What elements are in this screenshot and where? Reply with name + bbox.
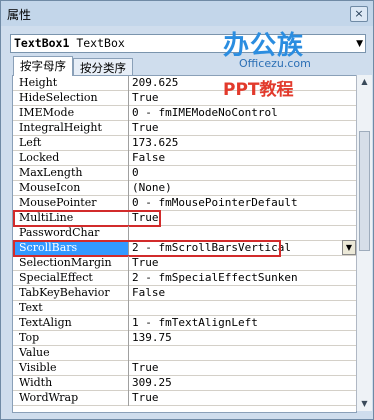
vertical-scrollbar[interactable]: ▲ ▼ [356,75,372,411]
property-row-scrollbars[interactable]: ScrollBars 2 - fmScrollBarsVertical ▼ [13,240,356,256]
property-name[interactable]: Height [13,76,129,91]
property-value[interactable]: 1 - fmTextAlignLeft [130,316,356,331]
object-type: TextBox [76,36,125,50]
object-name: TextBox1 [14,36,70,50]
property-value[interactable]: 2 - fmScrollBarsVertical [130,241,356,256]
property-name[interactable]: ScrollBars [13,241,129,256]
property-name[interactable]: Value [13,346,129,361]
property-row-top[interactable]: Top 139.75 [13,331,356,346]
property-value[interactable]: True [130,256,356,271]
property-value[interactable]: True [130,121,356,136]
property-value[interactable]: True [130,391,356,406]
property-value[interactable]: False [130,286,356,301]
property-name[interactable]: MultiLine [13,211,129,226]
property-row-height[interactable]: Height 209.625 [13,76,356,91]
property-row-left[interactable]: Left 173.625 [13,136,356,151]
property-value[interactable]: 209.625 [130,76,356,91]
property-name[interactable]: PasswordChar [13,226,129,241]
property-value[interactable]: True [130,211,356,226]
scroll-up-icon[interactable]: ▲ [357,75,372,89]
property-name[interactable]: TabKeyBehavior [13,286,129,301]
watermark-site-text: Officezu.com [239,57,311,70]
property-row-imemode[interactable]: IMEMode 0 - fmIMEModeNoControl [13,106,356,121]
property-name[interactable]: MousePointer [13,196,129,211]
property-row-specialeffect[interactable]: SpecialEffect 2 - fmSpecialEffectSunken [13,271,356,286]
property-row-mousepointer[interactable]: MousePointer 0 - fmMousePointerDefault [13,196,356,211]
property-value[interactable]: 139.75 [130,331,356,346]
property-name[interactable]: IMEMode [13,106,129,121]
property-name[interactable]: MouseIcon [13,181,129,196]
property-grid: Height 209.625 HideSelection True IMEMode 0 -… [12,75,357,413]
property-row-integralheight[interactable]: IntegralHeight True [13,121,356,136]
property-name[interactable]: Locked [13,151,129,166]
property-name[interactable]: SelectionMargin [13,256,129,271]
property-value[interactable]: 0 [130,166,356,181]
property-value[interactable]: (None) [130,181,356,196]
properties-window: 属性 × TextBox1 TextBox ▼ 按字母序 按分类序 Height… [0,0,374,420]
property-row-width[interactable]: Width 309.25 [13,376,356,391]
property-value[interactable] [130,301,356,316]
property-row-multiline[interactable]: MultiLine True [13,211,356,226]
property-name[interactable]: SpecialEffect [13,271,129,286]
property-value[interactable]: True [130,91,356,106]
property-name[interactable]: MaxLength [13,166,129,181]
property-row-value[interactable]: Value [13,346,356,361]
chevron-down-icon[interactable]: ▼ [356,39,363,49]
property-name[interactable]: IntegralHeight [13,121,129,136]
property-row-selectionmargin[interactable]: SelectionMargin True [13,256,356,271]
object-selector-dropdown[interactable]: TextBox1 TextBox ▼ [10,34,366,53]
scroll-down-icon[interactable]: ▼ [357,397,372,411]
property-name[interactable]: WordWrap [13,391,129,406]
property-name[interactable]: Width [13,376,129,391]
tab-alphabetic[interactable]: 按字母序 [13,56,73,76]
property-value[interactable]: False [130,151,356,166]
window-title: 属性 [7,8,32,22]
property-row-hideselection[interactable]: HideSelection True [13,91,356,106]
scrollbar-thumb[interactable] [359,131,370,251]
property-value[interactable]: True [130,361,356,376]
property-row-mouseicon[interactable]: MouseIcon (None) [13,181,356,196]
property-value[interactable]: 2 - fmSpecialEffectSunken [130,271,356,286]
property-name[interactable]: Text [13,301,129,316]
close-icon[interactable]: × [350,6,368,22]
property-row-text[interactable]: Text [13,301,356,316]
property-value[interactable]: 0 - fmMousePointerDefault [130,196,356,211]
property-value[interactable] [130,226,356,241]
value-dropdown-icon[interactable]: ▼ [342,240,356,255]
property-row-maxlength[interactable]: MaxLength 0 [13,166,356,181]
property-row-visible[interactable]: Visible True [13,361,356,376]
property-row-wordwrap[interactable]: WordWrap True [13,391,356,406]
property-value[interactable] [130,346,356,361]
title-bar[interactable]: 属性 × [1,1,373,26]
property-name[interactable]: TextAlign [13,316,129,331]
property-row-tabkeybehavior[interactable]: TabKeyBehavior False [13,286,356,301]
property-name[interactable]: Left [13,136,129,151]
property-name[interactable]: Visible [13,361,129,376]
object-selector-value: TextBox1 TextBox [14,36,125,50]
property-value[interactable]: 0 - fmIMEModeNoControl [130,106,356,121]
property-value[interactable]: 173.625 [130,136,356,151]
property-row-textalign[interactable]: TextAlign 1 - fmTextAlignLeft [13,316,356,331]
property-value[interactable]: 309.25 [130,376,356,391]
property-name[interactable]: Top [13,331,129,346]
property-row-locked[interactable]: Locked False [13,151,356,166]
property-name[interactable]: HideSelection [13,91,129,106]
property-row-passwordchar[interactable]: PasswordChar [13,226,356,241]
